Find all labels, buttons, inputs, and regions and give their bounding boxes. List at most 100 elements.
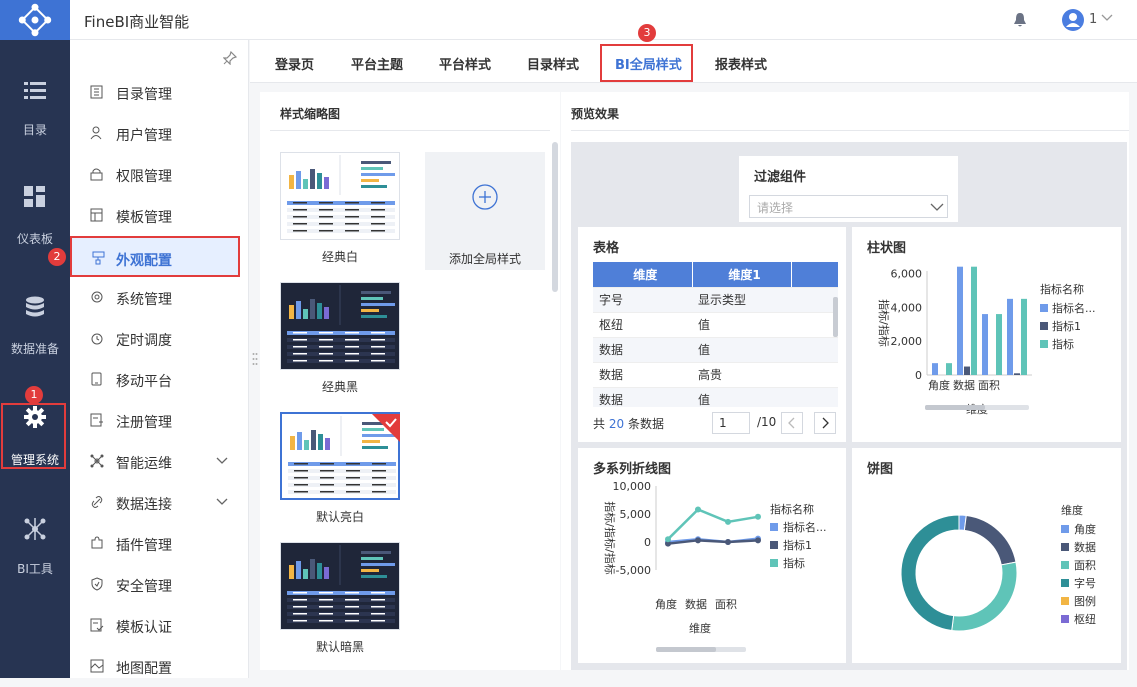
sidebar-item-2[interactable]: 权限管理 xyxy=(70,154,249,195)
thumb-bar xyxy=(297,432,302,450)
thumb-cell xyxy=(293,613,307,615)
thumb-cell xyxy=(319,339,333,341)
resize-handle-icon[interactable] xyxy=(252,352,258,366)
chart-scroll-thumb[interactable] xyxy=(925,405,985,410)
legend-label: 指标1 xyxy=(1052,319,1081,333)
thumb-cell xyxy=(345,599,359,601)
sidebar-item-11[interactable]: 插件管理 xyxy=(70,523,249,564)
rail-item-bi-tools[interactable]: BI工具 xyxy=(0,508,70,588)
y-tick-label: 4,000 xyxy=(891,301,923,314)
page-input[interactable]: 1 xyxy=(712,412,750,434)
app-logo[interactable] xyxy=(0,0,70,40)
rail-item-dashboard[interactable]: 仪表板 xyxy=(0,172,70,252)
sidebar-item-6[interactable]: 定时调度 xyxy=(70,318,249,359)
table-viewport: 维度 维度1 字号 显示类型 枢纽值数据值数据 高贵 数据值 xyxy=(593,262,838,407)
sidebar-item-4[interactable]: 外观配置 xyxy=(70,236,240,277)
avatar[interactable] xyxy=(1062,9,1084,31)
rail-item-catalog[interactable]: 目录 xyxy=(0,62,70,142)
thumbnail-preview xyxy=(287,155,395,233)
chevron-down-icon[interactable] xyxy=(216,498,228,506)
sidebar-item-14[interactable]: 地图配置 xyxy=(70,646,249,687)
table-scrollbar[interactable] xyxy=(833,297,838,337)
y-tick-label: -5,000 xyxy=(616,564,651,577)
pie-chart-widget: 饼图 维度 角度 数据 面积 字号 图例 枢纽 xyxy=(852,448,1121,663)
thumb-cell xyxy=(294,463,308,465)
bell-icon[interactable] xyxy=(1013,12,1027,28)
scrollbar[interactable] xyxy=(552,142,558,292)
thumb-cell xyxy=(293,360,307,362)
thumb-cell xyxy=(320,463,334,465)
pin-icon[interactable] xyxy=(223,51,237,65)
sidebar-item-0[interactable]: 目录管理 xyxy=(70,72,249,113)
tab-login-page[interactable]: 登录页 xyxy=(275,54,314,73)
thumb-cell xyxy=(293,230,307,232)
thumb-cell xyxy=(371,230,385,232)
sidebar-item-label: 注册管理 xyxy=(116,415,172,431)
sidebar-item-label: 移动平台 xyxy=(116,374,172,390)
sidebar-item-label: 智能运维 xyxy=(116,456,172,472)
table-row: 数据值 xyxy=(593,387,838,407)
add-global-style-button[interactable]: 添加全局样式 xyxy=(425,152,545,270)
thumb-hbar xyxy=(361,569,379,572)
prev-page-button[interactable] xyxy=(781,412,803,434)
tab-platform-style[interactable]: 平台样式 xyxy=(439,54,491,73)
legend-label: 数据 xyxy=(1074,540,1096,554)
sidebar-item-13[interactable]: 模板认证 xyxy=(70,605,249,646)
thumb-hbar xyxy=(361,309,379,312)
thumb-cell xyxy=(294,484,308,486)
tab-report-style[interactable]: 报表样式 xyxy=(715,54,767,73)
table-cell: 数据 xyxy=(593,337,692,363)
chevron-down-icon[interactable] xyxy=(1100,13,1114,23)
legend-swatch xyxy=(1061,543,1069,551)
thumb-cell xyxy=(319,613,333,615)
sidebar-item-12[interactable]: 安全管理 xyxy=(70,564,249,605)
logo-icon xyxy=(18,3,52,37)
tab-platform-theme[interactable]: 平台主题 xyxy=(351,54,403,73)
filter-select[interactable]: 请选择 xyxy=(749,195,948,218)
thumb-bar xyxy=(303,179,308,189)
panel-title: 样式缩略图 xyxy=(280,107,341,121)
sidebar-item-10[interactable]: 数据连接 xyxy=(70,482,249,523)
legend-swatch xyxy=(1040,304,1048,312)
sidebar-item-1[interactable]: 用户管理 xyxy=(70,113,249,154)
sidebar-item-9[interactable]: 智能运维 xyxy=(70,441,249,482)
rail-item-data-prep[interactable]: 数据准备 xyxy=(0,280,70,360)
table-cell xyxy=(791,287,838,313)
legend-label: 字号 xyxy=(1074,576,1096,590)
next-page-button[interactable] xyxy=(814,412,836,434)
legend-swatch xyxy=(1061,525,1069,533)
thumb-cell xyxy=(372,477,386,479)
y-tick-label: 0 xyxy=(644,536,651,549)
legend-swatch xyxy=(770,523,778,531)
user-name[interactable]: 1 xyxy=(1089,12,1097,27)
thumb-cell xyxy=(372,491,386,493)
step-badge-1: 1 xyxy=(25,386,43,404)
plugin-icon xyxy=(91,536,103,549)
bar xyxy=(1007,298,1013,375)
chevron-down-icon[interactable] xyxy=(216,457,228,465)
thumb-cell xyxy=(319,230,333,232)
sidebar-item-3[interactable]: 模板管理 xyxy=(70,195,249,236)
legend-title: 维度 xyxy=(1061,503,1083,517)
thumb-bar xyxy=(296,301,301,319)
thumb-bar xyxy=(289,565,294,579)
highlight-box xyxy=(600,44,693,82)
cert-icon xyxy=(90,618,104,632)
sidebar-item-8[interactable]: 注册管理 xyxy=(70,400,249,441)
thumb-cell xyxy=(319,202,333,204)
thumb-bar xyxy=(324,307,329,319)
y-tick-label: 2,000 xyxy=(891,335,923,348)
y-tick-label: 0 xyxy=(915,369,922,382)
x-tick-label: 数据 xyxy=(953,378,975,392)
sidebar-item-5[interactable]: 系统管理 xyxy=(70,277,249,318)
table-cell: 数据 xyxy=(593,362,692,388)
filter-title: 过滤组件 xyxy=(754,170,807,185)
sidebar-item-label: 数据连接 xyxy=(116,497,172,513)
sidebar-item-7[interactable]: 移动平台 xyxy=(70,359,249,400)
thumb-cell xyxy=(293,223,307,225)
list-icon xyxy=(24,82,46,99)
tab-catalog-style[interactable]: 目录样式 xyxy=(527,54,579,73)
chart-scroll-thumb[interactable] xyxy=(656,647,716,652)
highlight-box xyxy=(1,403,66,469)
user-icon xyxy=(90,126,102,140)
